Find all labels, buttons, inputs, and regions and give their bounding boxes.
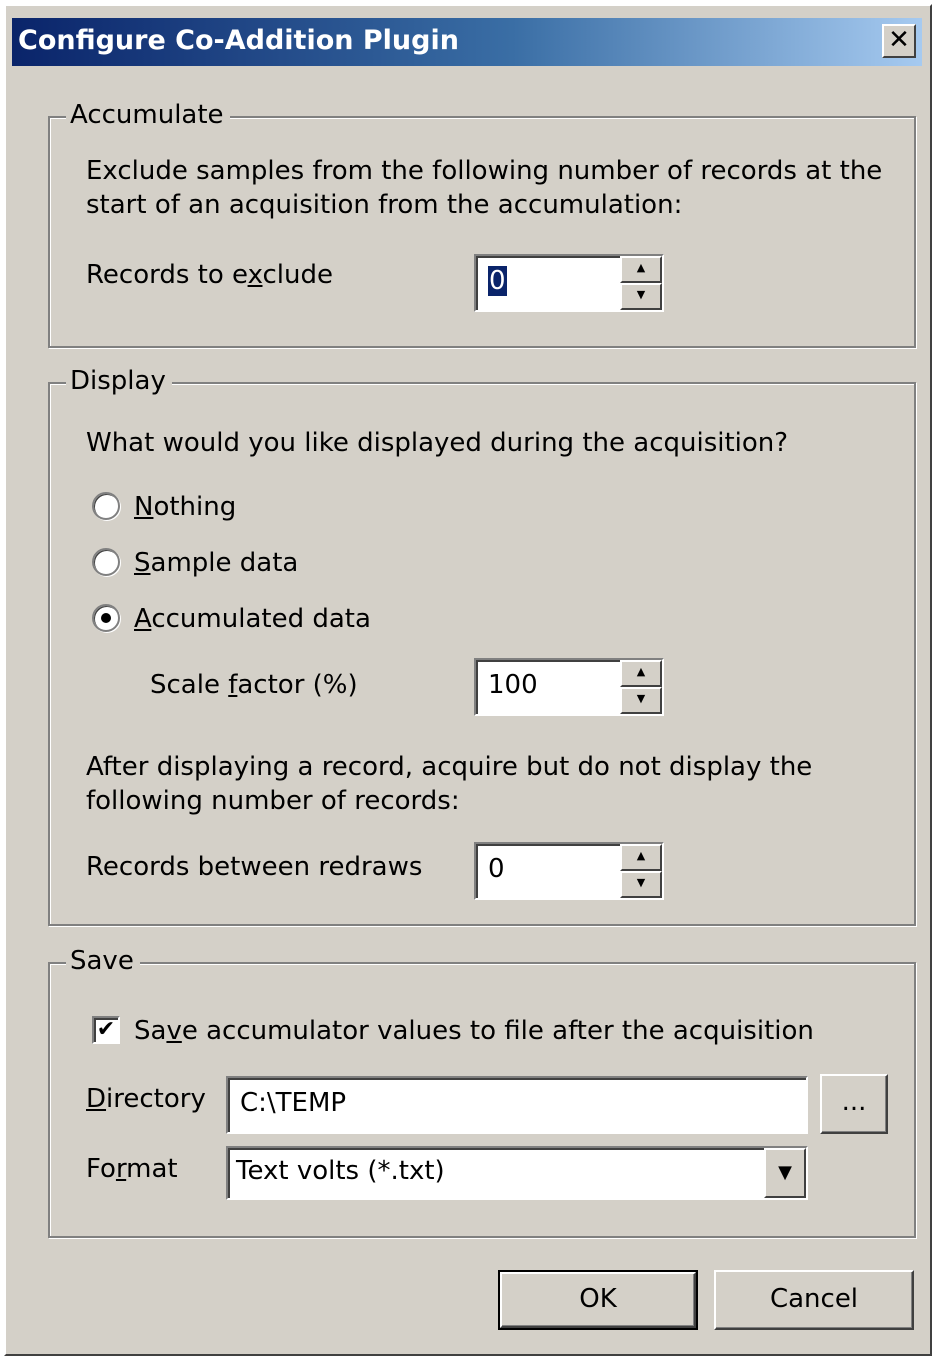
- nothing-radio-label[interactable]: Nothing: [134, 490, 236, 524]
- accumulated-data-radio-label[interactable]: Accumulated data: [134, 602, 371, 636]
- cancel-button[interactable]: Cancel: [714, 1270, 914, 1330]
- spin-down-icon: ▼: [636, 692, 646, 705]
- spin-up-button[interactable]: ▲: [620, 256, 662, 283]
- accumulate-description-line2: start of an acquisition from the accumul…: [86, 190, 683, 220]
- save-legend: Save: [66, 946, 140, 976]
- scale-factor-input[interactable]: 100 ▲ ▼: [474, 658, 664, 716]
- sample-data-radio[interactable]: [92, 548, 120, 576]
- format-select[interactable]: Text volts (*.txt) ▼: [226, 1146, 808, 1200]
- spin-up-icon: ▲: [636, 849, 646, 862]
- directory-label: Directory: [86, 1084, 206, 1114]
- format-value: Text volts (*.txt): [236, 1156, 445, 1186]
- save-group: Save ✔ Save accumulator values to file a…: [48, 946, 916, 1238]
- ok-button-label: OK: [579, 1284, 617, 1314]
- directory-value: C:\TEMP: [240, 1088, 347, 1118]
- sample-data-radio-label[interactable]: Sample data: [134, 546, 298, 580]
- accumulate-description-line1: Exclude samples from the following numbe…: [86, 156, 883, 186]
- display-legend: Display: [66, 366, 172, 396]
- format-label: Format: [86, 1154, 178, 1184]
- save-to-file-label[interactable]: Save accumulator values to file after th…: [134, 1014, 814, 1048]
- scale-factor-value: 100: [488, 670, 538, 700]
- window-title: Configure Co-Addition Plugin: [18, 25, 459, 56]
- after-display-description-line2: following number of records:: [86, 786, 460, 816]
- records-to-exclude-value: 0: [488, 266, 507, 296]
- records-to-exclude-input[interactable]: 0 ▲ ▼: [474, 254, 664, 312]
- chevron-down-icon: ▼: [778, 1162, 792, 1183]
- after-display-description-line1: After displaying a record, acquire but d…: [86, 752, 813, 782]
- display-group: Display What would you like displayed du…: [48, 366, 916, 926]
- records-between-redraws-value: 0: [488, 854, 505, 884]
- display-question: What would you like displayed during the…: [86, 428, 789, 458]
- accumulated-data-radio[interactable]: [92, 604, 120, 632]
- browse-button-label: ...: [841, 1087, 867, 1117]
- close-icon: ✕: [888, 25, 910, 55]
- spin-down-button[interactable]: ▼: [620, 871, 662, 898]
- spin-up-icon: ▲: [636, 665, 646, 678]
- nothing-radio[interactable]: [92, 492, 120, 520]
- accumulate-group: Accumulate Exclude samples from the foll…: [48, 100, 916, 348]
- close-button[interactable]: ✕: [882, 24, 916, 58]
- accumulate-legend: Accumulate: [66, 100, 230, 130]
- title-bar[interactable]: Configure Co-Addition Plugin ✕: [12, 18, 922, 66]
- spin-down-icon: ▼: [636, 876, 646, 889]
- browse-directory-button[interactable]: ...: [820, 1074, 888, 1134]
- directory-input[interactable]: C:\TEMP: [226, 1076, 808, 1134]
- checkmark-icon: ✔: [96, 1017, 116, 1042]
- records-between-redraws-spinner: ▲ ▼: [620, 844, 662, 898]
- scale-factor-spinner: ▲ ▼: [620, 660, 662, 714]
- records-between-redraws-label: Records between redraws: [86, 852, 423, 882]
- spin-up-button[interactable]: ▲: [620, 660, 662, 687]
- ok-button[interactable]: OK: [498, 1270, 698, 1330]
- spin-down-button[interactable]: ▼: [620, 687, 662, 714]
- spin-down-button[interactable]: ▼: [620, 283, 662, 310]
- cancel-button-label: Cancel: [769, 1284, 859, 1314]
- spin-down-icon: ▼: [636, 288, 646, 301]
- format-dropdown-button[interactable]: ▼: [764, 1148, 806, 1198]
- records-to-exclude-label: Records to exclude: [86, 260, 333, 290]
- spin-up-icon: ▲: [636, 261, 646, 274]
- save-to-file-checkbox[interactable]: ✔: [92, 1016, 120, 1044]
- records-between-redraws-input[interactable]: 0 ▲ ▼: [474, 842, 664, 900]
- scale-factor-label: Scale factor (%): [150, 670, 358, 700]
- configure-dialog: Configure Co-Addition Plugin ✕ Accumulat…: [4, 4, 932, 1356]
- spin-up-button[interactable]: ▲: [620, 844, 662, 871]
- records-to-exclude-spinner: ▲ ▼: [620, 256, 662, 310]
